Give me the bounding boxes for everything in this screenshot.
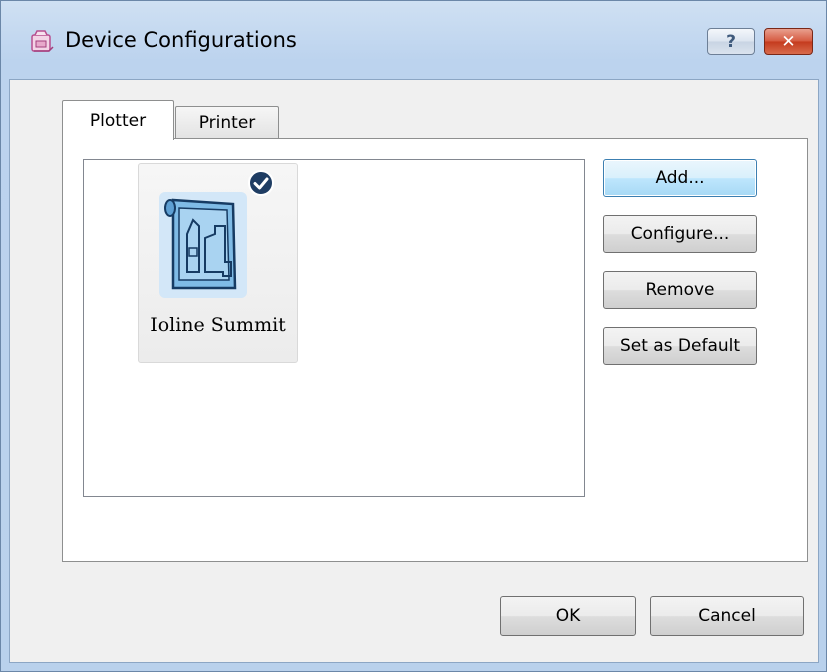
close-icon: ✕ [781, 31, 796, 52]
dialog-window: Device Configurations ? ✕ Plotter Printe… [0, 0, 827, 672]
remove-button[interactable]: Remove [603, 271, 757, 309]
default-check-icon [248, 170, 274, 196]
tab-plotter-label: Plotter [89, 110, 147, 131]
device-tile-ioline-summit[interactable]: Ioline Summit [138, 163, 298, 363]
configure-button[interactable]: Configure... [603, 215, 757, 253]
close-button[interactable]: ✕ [764, 28, 813, 55]
set-as-default-button[interactable]: Set as Default [603, 327, 757, 365]
tab-printer-label: Printer [198, 112, 256, 133]
add-button[interactable]: Add... [603, 159, 757, 197]
window-title: Device Configurations [65, 28, 297, 52]
help-button[interactable]: ? [707, 28, 755, 55]
tab-plotter[interactable]: Plotter [62, 100, 174, 140]
title-bar[interactable]: Device Configurations ? ✕ [1, 1, 826, 79]
device-name: Ioline Summit [150, 314, 286, 336]
device-list[interactable]: Ioline Summit [83, 159, 585, 497]
plotter-tab-panel: Ioline Summit Add... Configure... Remove… [62, 138, 808, 562]
dialog-client-area: Plotter Printer Ioline Summit Add... Con… [9, 79, 819, 663]
tab-printer[interactable]: Printer [175, 106, 279, 138]
app-icon [31, 30, 54, 52]
ok-button[interactable]: OK [500, 596, 636, 636]
help-icon: ? [726, 31, 736, 52]
plotter-icon [159, 192, 247, 298]
cancel-button[interactable]: Cancel [650, 596, 804, 636]
